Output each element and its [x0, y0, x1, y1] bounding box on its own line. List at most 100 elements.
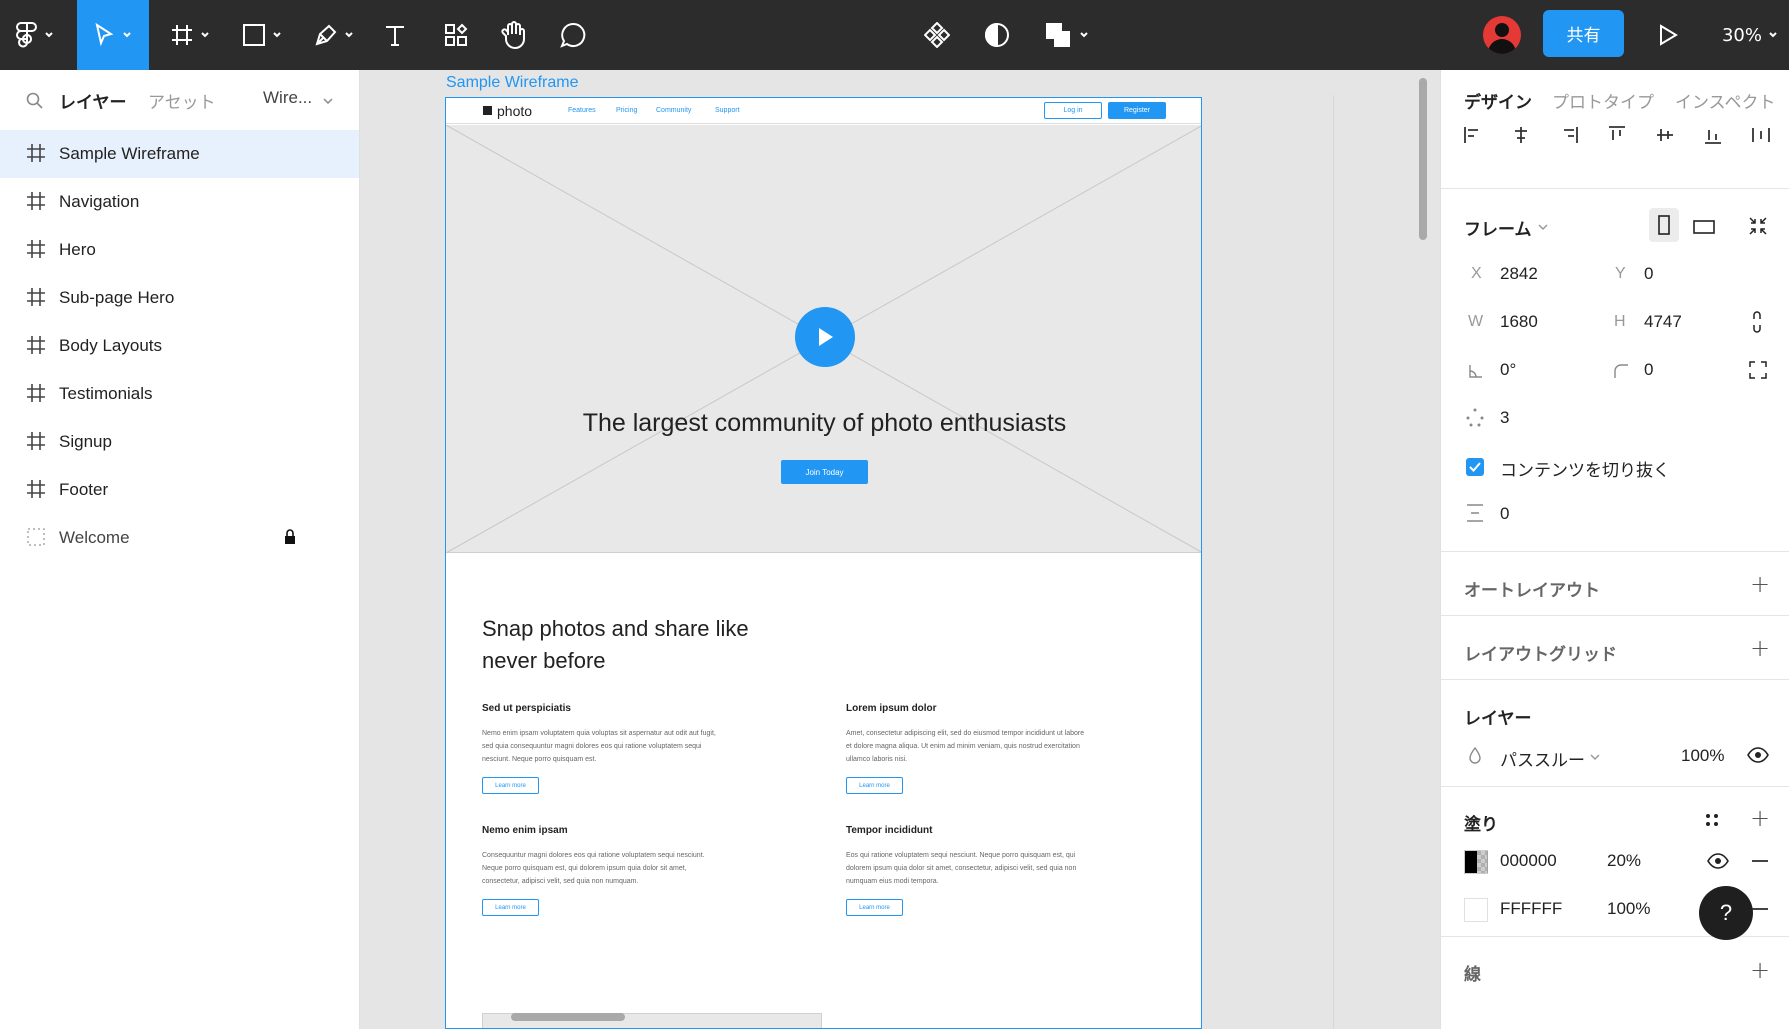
fill-opacity-input[interactable]: 100% [1607, 899, 1650, 919]
align-top-icon[interactable] [1607, 125, 1627, 145]
resize-to-fit-icon[interactable] [1748, 216, 1768, 236]
layout-grid-title: レイアウトグリッド [1464, 645, 1617, 664]
blend-mode-dropdown[interactable]: パススルー [1500, 746, 1585, 771]
wireframe-frame[interactable]: photo Features Pricing Community Support… [445, 97, 1202, 1029]
spacing-icon [1467, 504, 1483, 522]
layer-item[interactable]: Sub-page Hero [0, 274, 359, 322]
present-button[interactable] [1650, 0, 1686, 70]
share-button[interactable]: 共有 [1543, 10, 1624, 57]
vertical-scrollbar[interactable] [1419, 78, 1427, 240]
remove-fill-button[interactable] [1752, 908, 1768, 910]
x-input[interactable]: 2842 [1500, 264, 1538, 284]
landscape-icon[interactable] [1693, 220, 1715, 234]
body-item-text: consectetur, adipisci velit, sed quia no… [482, 878, 639, 885]
add-fill-button[interactable]: + [1750, 804, 1770, 832]
layer-item[interactable]: Testimonials [0, 370, 359, 418]
portrait-toggle[interactable] [1649, 208, 1679, 242]
layer-opacity-input[interactable]: 100% [1681, 746, 1724, 766]
layer-label: Sample Wireframe [59, 144, 200, 163]
nav-link-community: Community [656, 107, 692, 114]
layer-item[interactable]: Footer [0, 466, 359, 514]
page-selector[interactable]: Wire... [263, 88, 312, 108]
body-item-text: ullamco laboris nisi. [846, 756, 908, 763]
chevron-down-icon[interactable] [1589, 752, 1601, 762]
fill-row[interactable]: 000000 20% [1441, 840, 1789, 880]
horizontal-scrollbar[interactable] [511, 1013, 625, 1021]
body-item-title: Sed ut perspiciatis [482, 703, 571, 714]
search-icon[interactable] [26, 92, 44, 110]
components-button[interactable] [920, 0, 954, 70]
independent-corners-icon[interactable] [1748, 360, 1768, 380]
constrain-proportions-icon[interactable] [1751, 310, 1763, 334]
styles-grid-icon[interactable] [1704, 812, 1720, 828]
align-horizontal-center-icon[interactable] [1511, 125, 1531, 145]
layer-item[interactable]: Welcome [0, 514, 359, 562]
frame-section-title[interactable]: フレーム [1464, 215, 1532, 240]
x-label: X [1471, 265, 1482, 282]
mask-button[interactable] [980, 0, 1014, 70]
clip-content-checkbox[interactable] [1466, 458, 1484, 476]
canvas[interactable]: Sample Wireframe photo Features Pricing … [361, 70, 1440, 1029]
pen-icon [315, 24, 337, 46]
align-right-icon[interactable] [1559, 125, 1579, 145]
rotation-input[interactable]: 0° [1500, 360, 1516, 380]
frame-label[interactable]: Sample Wireframe [446, 74, 578, 92]
main-menu-button[interactable] [0, 0, 70, 70]
body-item-text: nesciunt. Neque porro quisquam est. [482, 756, 597, 763]
avatar[interactable] [1483, 16, 1521, 54]
chevron-down-icon[interactable] [1537, 222, 1549, 232]
hand-tool-button[interactable] [496, 0, 532, 70]
h-input[interactable]: 4747 [1644, 312, 1682, 332]
fill-hex-input[interactable]: FFFFFF [1500, 899, 1562, 919]
fill-swatch[interactable] [1464, 850, 1488, 874]
hero-headline: The largest community of photo enthusias… [582, 409, 1067, 437]
y-label: Y [1615, 265, 1626, 282]
add-auto-layout-button[interactable]: + [1750, 570, 1770, 598]
lock-icon[interactable] [284, 529, 296, 545]
text-tool-button[interactable] [378, 0, 412, 70]
eye-icon[interactable] [1707, 853, 1729, 869]
tab-inspect[interactable]: インスペクト [1675, 88, 1775, 113]
shape-tool-button[interactable] [232, 0, 292, 70]
fill-opacity-input[interactable]: 20% [1607, 851, 1641, 871]
eye-icon[interactable] [1747, 747, 1769, 763]
w-input[interactable]: 1680 [1500, 312, 1538, 332]
tab-assets[interactable]: アセット [148, 88, 216, 113]
frame-hash-icon [27, 192, 45, 210]
tab-layers[interactable]: レイヤー [59, 88, 127, 113]
add-stroke-button[interactable]: + [1750, 956, 1770, 984]
frame-tool-button[interactable] [160, 0, 220, 70]
tab-design[interactable]: デザイン [1464, 88, 1532, 113]
corner-radius-input[interactable]: 0 [1644, 360, 1653, 380]
move-tool-button[interactable] [77, 0, 149, 70]
layer-item[interactable]: Hero [0, 226, 359, 274]
tab-prototype[interactable]: プロトタイプ [1552, 88, 1654, 113]
chevron-down-icon [323, 98, 333, 105]
help-button[interactable]: ? [1699, 886, 1753, 940]
remove-fill-button[interactable] [1752, 860, 1768, 862]
layer-item[interactable]: Body Layouts [0, 322, 359, 370]
fill-swatch[interactable] [1464, 898, 1488, 922]
resources-button[interactable] [440, 0, 472, 70]
distribute-icon[interactable] [1751, 125, 1771, 145]
layer-section-title: レイヤー [1464, 709, 1532, 728]
align-bottom-icon[interactable] [1703, 125, 1723, 145]
boolean-button[interactable] [1042, 0, 1092, 70]
layer-item[interactable]: Signup [0, 418, 359, 466]
wireframe-hero: The largest community of photo enthusias… [446, 125, 1201, 553]
learn-more-button: Learn more [482, 899, 539, 916]
align-left-icon[interactable] [1463, 125, 1483, 145]
points-input[interactable]: 3 [1500, 408, 1509, 428]
align-vertical-center-icon[interactable] [1655, 125, 1675, 145]
stroke-section-title: 線 [1464, 965, 1481, 984]
add-layout-grid-button[interactable]: + [1750, 634, 1770, 662]
pen-tool-button[interactable] [304, 0, 364, 70]
frame-hash-icon [27, 240, 45, 258]
zoom-dropdown[interactable]: 30% [1715, 0, 1785, 70]
spacing-input[interactable]: 0 [1500, 504, 1509, 524]
layer-item[interactable]: Navigation [0, 178, 359, 226]
layer-item[interactable]: Sample Wireframe [0, 130, 359, 178]
comment-tool-button[interactable] [556, 0, 590, 70]
fill-hex-input[interactable]: 000000 [1500, 851, 1557, 871]
y-input[interactable]: 0 [1644, 264, 1653, 284]
